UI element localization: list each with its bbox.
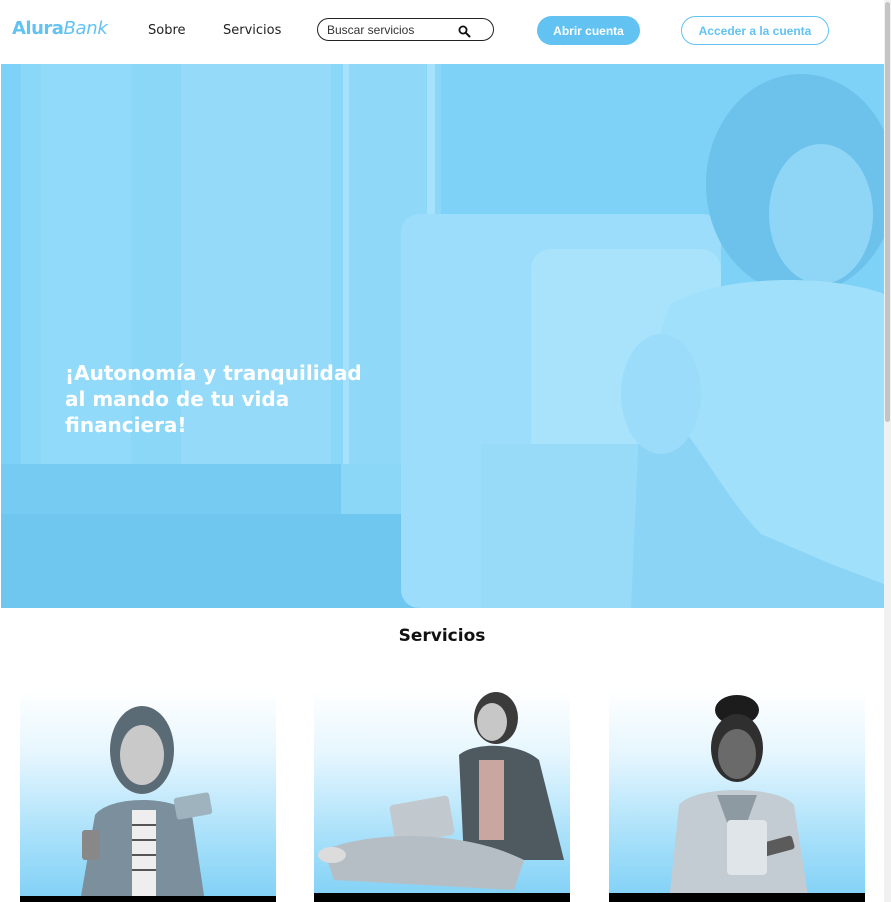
hero-background-image <box>1 64 884 608</box>
card-2-bottom-bar <box>314 893 570 902</box>
card-1-bottom-bar <box>20 896 276 902</box>
logo-secondary-text: Bank <box>63 18 108 39</box>
site-header: AluraBank Sobre Servicios Abrir cuenta A… <box>0 0 884 63</box>
service-card-1[interactable] <box>20 690 276 902</box>
services-heading: Servicios <box>398 626 486 646</box>
access-account-button[interactable]: Acceder a la cuenta <box>681 16 829 45</box>
nav-link-sobre[interactable]: Sobre <box>148 22 186 40</box>
logo-primary-text: Alura <box>12 18 64 39</box>
open-account-button[interactable]: Abrir cuenta <box>537 16 640 45</box>
scrollbar-thumb[interactable] <box>885 2 890 422</box>
service-card-2[interactable] <box>314 690 570 902</box>
service-image-man-laptop <box>318 692 564 890</box>
service-card-3[interactable] <box>609 690 865 902</box>
search-input[interactable] <box>327 21 457 38</box>
search-icon[interactable] <box>458 23 471 38</box>
page-scrollbar[interactable] <box>884 0 891 902</box>
search-box <box>317 18 494 41</box>
nav-link-servicios[interactable]: Servicios <box>223 22 281 40</box>
card-3-bottom-bar <box>609 893 865 902</box>
hero-banner: ¡Autonomía y tranquilidad al mando de tu… <box>1 64 884 608</box>
service-image-woman-card <box>80 706 213 902</box>
hero-title: ¡Autonomía y tranquilidad al mando de tu… <box>65 361 362 437</box>
alurabank-logo[interactable]: AluraBank <box>12 17 108 41</box>
service-image-woman-phone <box>669 695 809 902</box>
